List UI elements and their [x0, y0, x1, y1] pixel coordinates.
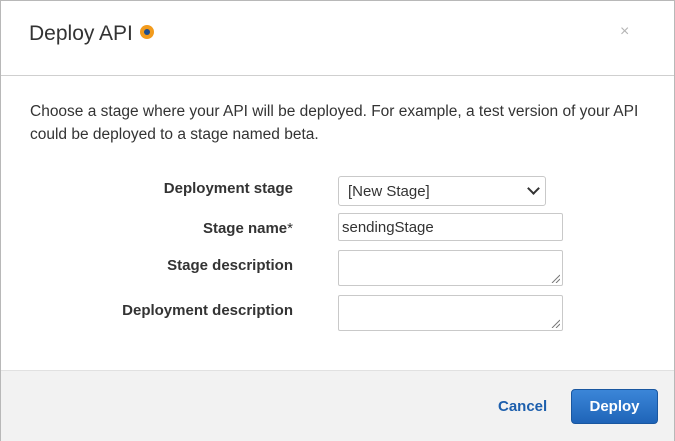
deployment-description-textarea[interactable] [338, 295, 563, 331]
dialog-footer: Cancel Deploy [1, 370, 674, 441]
dialog-header: Deploy API × [1, 1, 674, 76]
dialog-title-wrap: Deploy API [29, 22, 154, 46]
stage-name-label-wrap: Stage name* [1, 220, 293, 237]
dialog-body: Choose a stage where your API will be de… [1, 76, 674, 370]
deployment-stage-label: Deployment stage [163, 180, 293, 197]
stage-description-textarea[interactable] [338, 250, 563, 286]
stage-description-label: Stage description [167, 257, 293, 274]
close-icon[interactable]: × [620, 23, 629, 41]
stage-name-value: sendingStage [342, 219, 434, 236]
chevron-down-icon [527, 182, 540, 195]
deployment-stage-select[interactable]: [New Stage] [338, 176, 546, 206]
cancel-button[interactable]: Cancel [498, 398, 547, 415]
deployment-description-label: Deployment description [122, 302, 293, 319]
deploy-button[interactable]: Deploy [571, 389, 658, 424]
help-icon[interactable] [139, 25, 154, 40]
required-mark: * [287, 220, 293, 237]
intro-text: Choose a stage where your API will be de… [30, 103, 639, 143]
deploy-api-dialog: Deploy API × Choose a stage where your A… [0, 0, 675, 441]
stage-name-label: Stage name [202, 220, 288, 237]
dialog-title: Deploy API [29, 22, 133, 45]
stage-name-input[interactable]: sendingStage [338, 213, 563, 241]
resize-grip-icon[interactable] [551, 319, 560, 328]
resize-grip-icon[interactable] [551, 274, 560, 283]
deployment-stage-value: [New Stage] [348, 183, 430, 200]
